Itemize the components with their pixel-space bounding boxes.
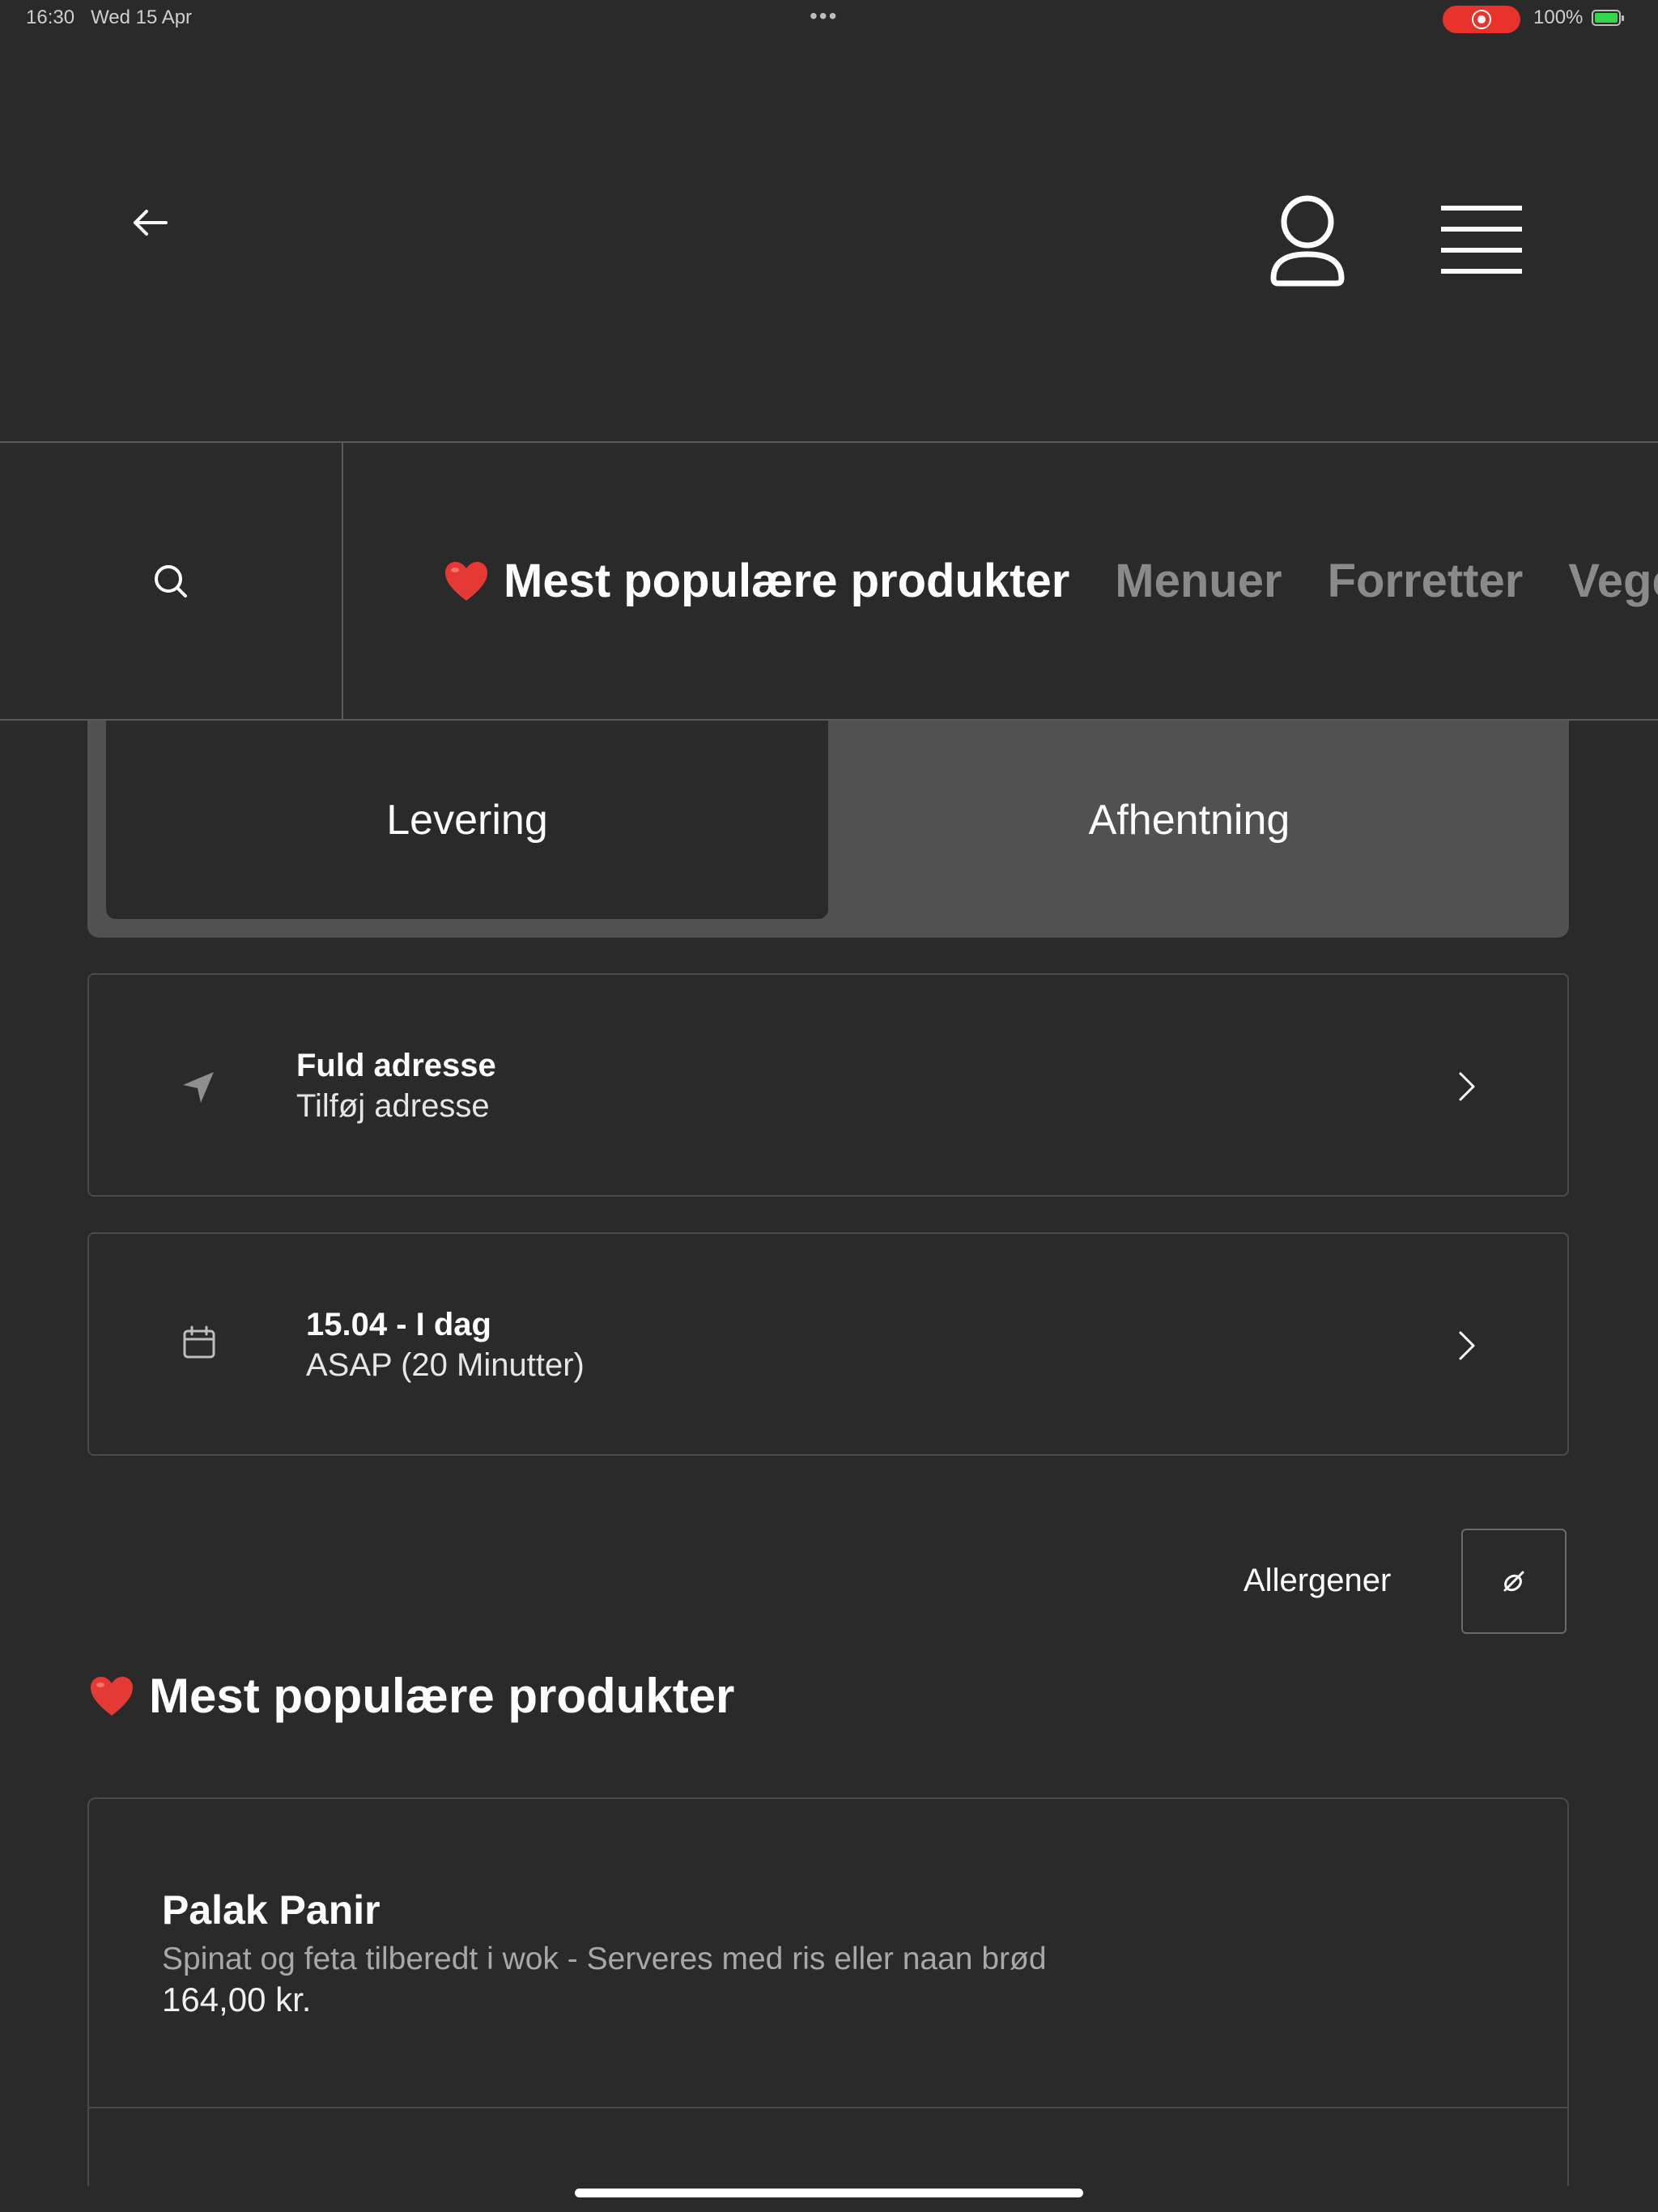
chevron-right-icon	[1459, 1331, 1475, 1360]
product-divider	[89, 2107, 1567, 2108]
status-bar-time: 16:30 Wed 15 Apr	[26, 6, 193, 28]
address-subtitle: Tilføj adresse	[296, 1088, 490, 1124]
screen-recording-indicator[interactable]	[1443, 6, 1520, 33]
category-tabs: Mest populære produkter Menuer Forretter…	[343, 443, 1658, 719]
heart-icon	[445, 561, 487, 601]
tab-popular[interactable]: Mest populære produkter	[444, 554, 1069, 608]
product-name: Palak Panir	[162, 1887, 380, 1933]
chevron-right-icon	[1459, 1072, 1475, 1101]
delivery-date: 15.04 - I dag	[306, 1307, 491, 1342]
account-button[interactable]	[1259, 188, 1356, 293]
battery-icon	[1592, 10, 1624, 26]
allergen-filter-icon	[1503, 1571, 1524, 1592]
pickup-option[interactable]: Afhentning	[828, 721, 1550, 919]
menu-button[interactable]	[1433, 201, 1530, 279]
tab-menuer[interactable]: Menuer	[1115, 554, 1282, 608]
product-description: Spinat og feta tilberedt i wok - Servere…	[162, 1942, 1047, 1976]
section-title: Mest populære produkter	[89, 1668, 734, 1724]
search-icon	[155, 564, 187, 598]
address-card[interactable]: Fuld adresse Tilføj adresse	[87, 973, 1569, 1197]
delivery-time-card[interactable]: 15.04 - I dag ASAP (20 Minutter)	[87, 1232, 1569, 1456]
allergens-button[interactable]	[1461, 1529, 1567, 1634]
battery-percent: 100%	[1533, 6, 1584, 28]
address-title: Fuld adresse	[296, 1048, 496, 1083]
hamburger-menu-icon	[1441, 206, 1522, 274]
tab-vegetar[interactable]: Vegetar	[1568, 554, 1658, 608]
multitasking-dots[interactable]: •••	[810, 3, 838, 29]
delivery-option[interactable]: Levering	[106, 721, 828, 919]
product-price: 164,00 kr.	[162, 1980, 312, 2018]
search-button[interactable]	[0, 443, 343, 719]
heart-icon	[91, 1676, 133, 1716]
delivery-eta: ASAP (20 Minutter)	[306, 1347, 585, 1383]
user-icon	[1270, 195, 1345, 287]
location-arrow-icon	[183, 1072, 214, 1103]
calendar-icon	[183, 1325, 215, 1359]
home-indicator[interactable]	[575, 2189, 1083, 2197]
arrow-left-icon	[134, 210, 168, 236]
back-button[interactable]	[121, 194, 178, 251]
allergens-label[interactable]: Allergener	[1244, 1563, 1391, 1599]
tab-forretter[interactable]: Forretter	[1328, 554, 1524, 608]
